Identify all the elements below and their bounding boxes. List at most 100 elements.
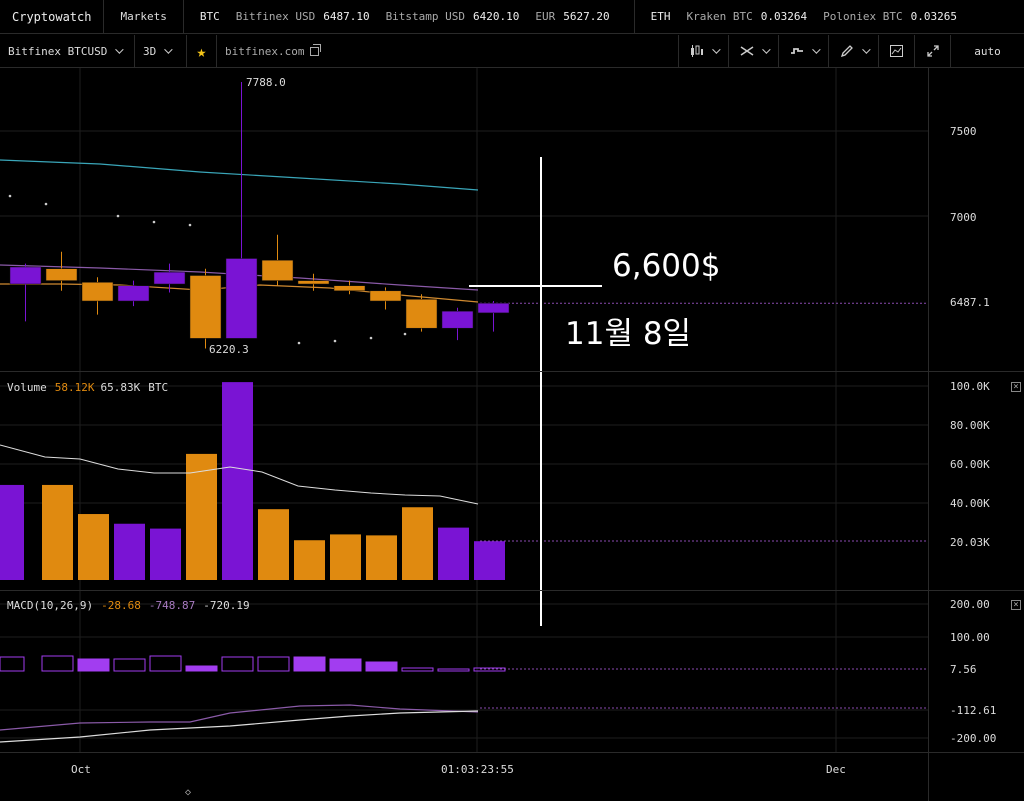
zoom-label: auto [974,44,1001,58]
volume-bar [294,540,325,580]
volume-bar [150,528,181,580]
pencil-icon [840,45,853,57]
axis-divider [928,68,929,801]
brand-logo[interactable]: Cryptowatch [0,0,105,33]
ticker-price: 6487.10 [323,10,370,23]
candle-body [45,268,78,281]
last-price-tick: 6487.1 [950,296,990,309]
grid-lines [0,68,928,752]
crosshair-icon [740,46,753,56]
x-tick-dec: Dec [826,763,846,776]
candle-body [189,275,222,339]
crosshair-menu[interactable] [728,35,778,67]
candles-menu[interactable] [678,35,728,67]
macd-tick: -200.00 [950,732,997,745]
indicator-dot [116,214,120,218]
period-label: 3D [143,44,157,58]
volume-bar [366,535,397,580]
market-selector[interactable]: Bitfinex BTCUSD [0,35,135,67]
volume-bar [78,514,109,580]
ticker-group-eth: ETH Kraken BTC 0.03264 Poloniex BTC 0.03… [635,0,981,33]
indicator-dot [44,202,48,206]
macd-hist-bar [41,655,74,672]
ticker-exchange[interactable]: Bitstamp USD [386,10,465,23]
indicator-dot [369,336,373,340]
candle-body [261,259,294,281]
indicator-dot [8,194,12,198]
ticker-exchange[interactable]: Bitfinex USD [236,10,315,23]
macd-tick: -112.61 [950,704,997,717]
candle-body [297,280,330,285]
macd-value-3: -720.19 [203,599,250,612]
panel-divider[interactable] [0,371,1024,372]
indicator-dot [152,220,156,224]
favorite-button[interactable]: ★ [187,35,217,67]
volume-bar [222,382,253,580]
panel-divider[interactable] [0,590,1024,591]
ticker-coin: BTC [199,10,220,23]
external-link-icon [310,43,322,56]
macd-value-1: -28.68 [101,599,141,612]
volume-bar [258,509,289,580]
x-tick-time: 01:03:23:55 [441,763,514,776]
volume-tick: 60.00K [950,458,990,471]
zoom-selector[interactable]: auto [950,35,1024,67]
chart-canvas[interactable] [0,68,1024,801]
candle-body [333,285,366,292]
macd-hist-bar [113,658,146,672]
expand-icon [926,45,939,57]
macd-hist-bar [293,656,326,672]
volume-value-1: 58.12K [54,381,95,394]
macd-line [0,710,479,743]
ticker-price: 5627.20 [563,10,610,23]
price-annotation: 6,600$ [612,248,721,284]
macd-hist-bar [0,656,25,672]
indicators-button[interactable] [878,35,914,67]
exchange-link[interactable]: bitfinex.com [217,35,327,67]
date-annotation: 11월 8일 [565,316,692,352]
indicator-dot [297,341,301,345]
candle-body [9,266,42,285]
draw-menu[interactable] [828,35,878,67]
macd-legend: MACD(10,26,9) -28.68 -748.87 -720.19 [7,599,250,612]
ticker-exchange[interactable]: EUR [535,10,555,23]
fullscreen-button[interactable] [914,35,950,67]
ticker-exchange[interactable]: Poloniex BTC [823,10,902,23]
volume-bar [330,534,361,580]
volume-tick: 80.00K [950,419,990,432]
candle-body [405,299,438,329]
macd-tick: 7.56 [950,663,977,676]
volume-bar [42,484,73,580]
chevron-down-icon [761,45,771,54]
macd-value-2: -748.87 [148,599,196,612]
top-ticker-bar: Cryptowatch Markets BTC Bitfinex USD 648… [0,0,1024,34]
scroll-handle-icon[interactable]: ◇ [185,787,191,798]
chevron-down-icon [861,45,871,54]
close-macd-icon[interactable]: × [1011,600,1021,610]
volume-bar [402,507,433,580]
chevron-down-icon [811,45,821,54]
markets-menu[interactable]: Markets [104,0,184,33]
line-style-icon [790,48,803,54]
candle-body [225,258,258,339]
volume-legend: Volume 58.12K 65.83K BTC [7,381,169,394]
macd-hist-bar [329,658,362,672]
macd-hist-bar [401,667,434,672]
exchange-link-label: bitfinex.com [225,44,305,58]
macd-panel [0,655,928,743]
chart-icon [890,45,903,57]
low-price-label: 6220.3 [209,343,249,356]
macd-hist-bar [149,655,182,672]
ticker-price: 6420.10 [473,10,520,23]
chevron-down-icon [115,45,125,54]
macd-hist-bar [365,661,398,672]
high-price-label: 7788.0 [246,76,286,89]
candle-body [477,302,510,314]
period-selector[interactable]: 3D [135,35,187,67]
price-tick: 7500 [950,125,977,138]
macd-tick: 200.00 [950,598,990,611]
close-volume-icon[interactable]: × [1011,382,1021,392]
line-style-menu[interactable] [778,35,828,67]
ticker-exchange[interactable]: Kraken BTC [687,10,753,23]
macd-tick: 100.00 [950,631,990,644]
